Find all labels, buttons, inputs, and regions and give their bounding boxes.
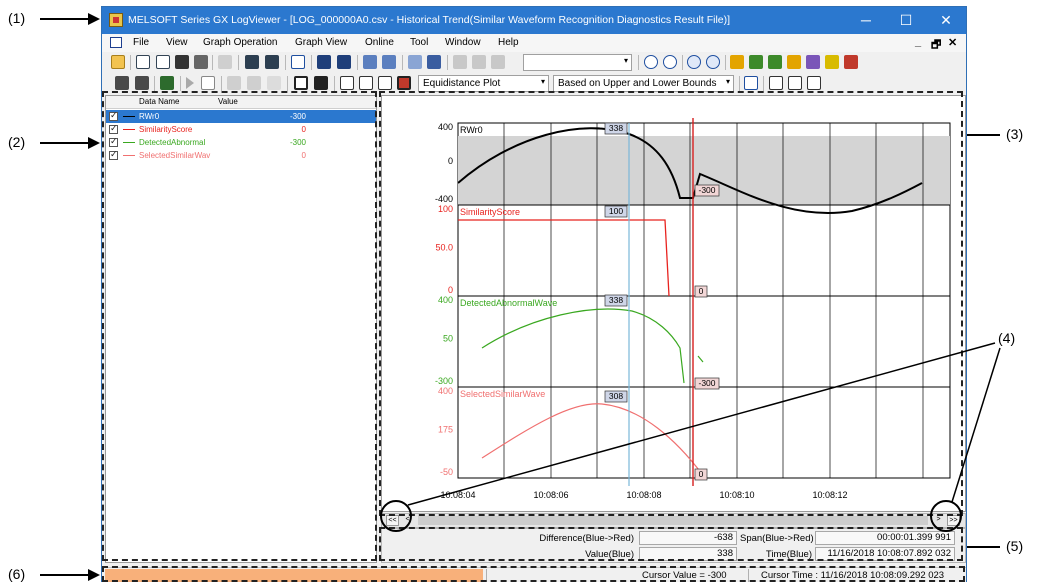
callout-4-line-right [951, 347, 1001, 503]
callout-4-line-left [407, 342, 996, 506]
callout-4-overlay [380, 342, 1001, 532]
figure-stage: (1) (2) (3) (4) (5) (6) MELSOFT Series G… [0, 0, 1049, 582]
callout-4-circle-left [380, 500, 412, 532]
callout-4-circle-right [930, 500, 962, 532]
